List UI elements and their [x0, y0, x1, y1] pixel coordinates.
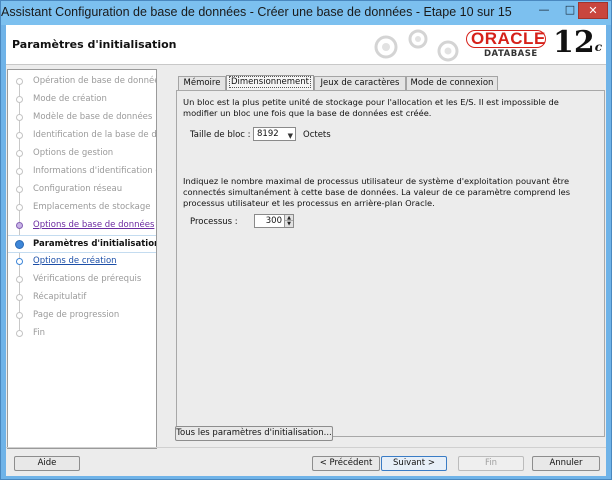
window-title: Assistant Configuration de base de donné…: [1, 5, 512, 19]
nav-step-label: Paramètres d'initialisation: [33, 239, 157, 249]
block-size-label: Taille de bloc :: [190, 130, 251, 140]
step-marker-icon: [16, 132, 23, 139]
oracle-wordmark: ORACLE: [471, 29, 546, 48]
step-marker-icon: [16, 276, 23, 283]
processes-stepper[interactable]: 300 ▲ ▼: [254, 214, 294, 228]
all-init-params-button[interactable]: Tous les paramètres d'initialisation...: [175, 426, 333, 441]
step-marker-icon: [16, 186, 23, 193]
next-button[interactable]: Suivant >: [381, 456, 447, 471]
title-bar[interactable]: Assistant Configuration de base de donné…: [1, 1, 611, 25]
step-marker-icon: [16, 330, 23, 337]
block-info-text: Un bloc est la plus petite unité de stoc…: [183, 97, 559, 118]
nav-step: Mode de création: [8, 91, 156, 109]
step-marker-icon: [16, 204, 23, 211]
nav-step-label: Options de base de données: [33, 220, 155, 230]
nav-step-label: Identification de la base de don: [33, 130, 157, 140]
back-button[interactable]: < Précédent: [312, 456, 380, 471]
tab-jeux-de-caracteres[interactable]: Jeux de caractères: [314, 76, 406, 90]
nav-step: Opération de base de données: [8, 73, 157, 91]
nav-step-label: Opération de base de données: [33, 76, 157, 86]
version-mark: 12c: [553, 25, 603, 60]
cancel-button[interactable]: Annuler: [532, 456, 600, 471]
nav-step-label: Modèle de base de données: [33, 112, 153, 122]
processes-value[interactable]: 300: [266, 216, 282, 226]
nav-step: Options de gestion: [8, 145, 156, 163]
processes-label: Processus :: [190, 217, 238, 227]
gears-decoration-icon: [374, 29, 459, 62]
nav-step-label: Informations d'identification de: [33, 166, 157, 176]
nav-step: Configuration réseau: [8, 181, 156, 199]
nav-step-label: Mode de création: [33, 94, 107, 104]
step-marker-icon: [16, 114, 23, 121]
step-marker-icon: [16, 294, 23, 301]
step-marker-icon: [16, 312, 23, 319]
nav-step-label: Page de progression: [33, 310, 120, 320]
step-marker-icon: [16, 222, 23, 229]
client-area: Paramètres d'initialisation ORACLE DATAB…: [6, 25, 606, 476]
sizing-panel: Un bloc est la plus petite unité de stoc…: [176, 90, 605, 437]
step-marker-icon: [16, 78, 23, 85]
step-marker-icon: [15, 240, 24, 249]
header-banner: Paramètres d'initialisation ORACLE DATAB…: [6, 25, 606, 65]
nav-step-label: Vérifications de prérequis: [33, 274, 142, 284]
close-icon[interactable]: ✕: [578, 2, 608, 19]
block-size-select[interactable]: 8192 ▼: [253, 127, 296, 141]
block-size-unit: Octets: [303, 130, 331, 140]
nav-step: Identification de la base de don: [8, 127, 157, 145]
steps-navigation: Opération de base de données Mode de créa…: [7, 69, 157, 449]
nav-step-label: Fin: [33, 328, 46, 338]
nav-step-label: Options de gestion: [33, 148, 114, 158]
processes-info-text: Indiquez le nombre maximal de processus …: [183, 176, 571, 208]
nav-step: Récapitulatif: [8, 289, 156, 307]
database-wordmark: DATABASE: [484, 49, 538, 59]
step-marker-icon: [16, 168, 23, 175]
step-marker-icon: [16, 150, 23, 157]
nav-step: Vérifications de prérequis: [8, 271, 156, 289]
nav-step: Emplacements de stockage: [8, 199, 156, 217]
finish-button: Fin: [458, 456, 524, 471]
step-marker-icon: [16, 96, 23, 103]
tab-dimensionnement[interactable]: Dimensionnement: [226, 75, 314, 91]
nav-step: Modèle de base de données: [8, 109, 156, 127]
dbca-window: Assistant Configuration de base de donné…: [0, 0, 612, 480]
minimize-icon[interactable]: —: [531, 1, 557, 20]
decrement-icon[interactable]: ▼: [285, 221, 293, 227]
nav-step[interactable]: Options de création: [8, 253, 156, 271]
nav-step-label: Récapitulatif: [33, 292, 87, 302]
tab-memoire[interactable]: Mémoire: [178, 76, 226, 90]
nav-step[interactable]: Paramètres d'initialisation: [8, 235, 157, 253]
nav-step-label: Emplacements de stockage: [33, 202, 151, 212]
nav-step[interactable]: Options de base de données: [8, 217, 156, 235]
nav-step-label: Options de création: [33, 256, 117, 266]
nav-step-label: Configuration réseau: [33, 184, 123, 194]
page-title: Paramètres d'initialisation: [12, 38, 177, 51]
nav-step: Informations d'identification de: [8, 163, 157, 181]
chevron-down-icon: ▼: [287, 132, 293, 140]
nav-step: Fin: [8, 325, 156, 343]
nav-step: Page de progression: [8, 307, 156, 325]
step-marker-icon: [16, 258, 23, 265]
help-button[interactable]: Aide: [14, 456, 80, 471]
tab-mode-de-connexion[interactable]: Mode de connexion: [406, 76, 498, 90]
footer-divider: [6, 447, 606, 448]
